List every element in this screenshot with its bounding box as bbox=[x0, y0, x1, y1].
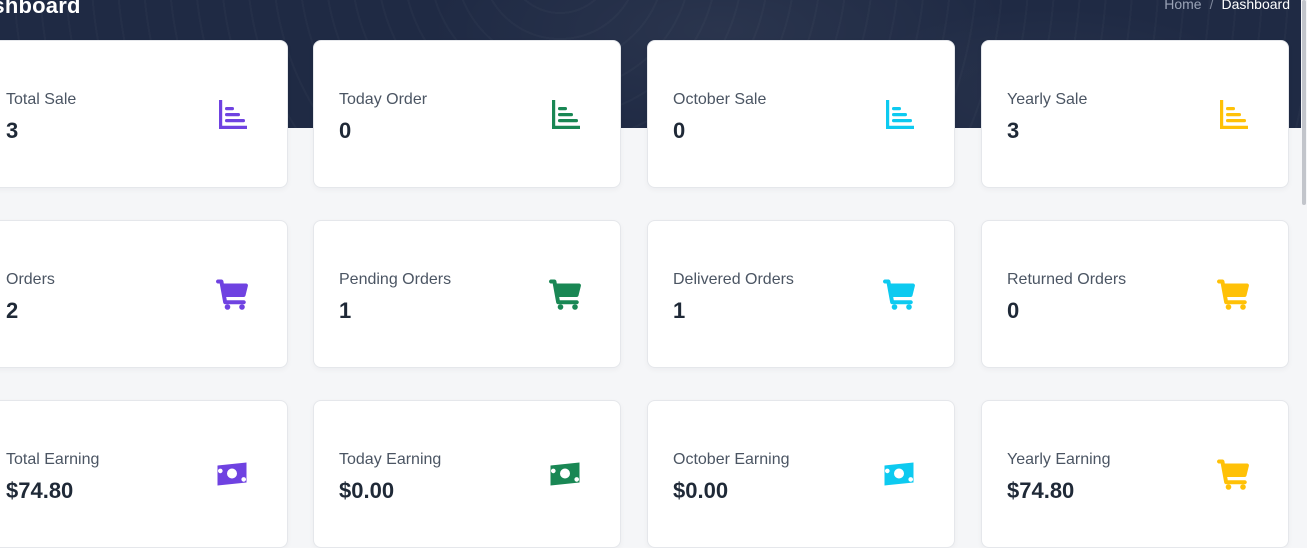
cart-icon bbox=[1216, 277, 1250, 311]
stat-value: 3 bbox=[6, 118, 19, 143]
stat-label: October Sale bbox=[673, 91, 767, 108]
money-bill-icon bbox=[548, 457, 582, 491]
bar-chart-icon bbox=[215, 97, 249, 131]
stat-card-returned-orders[interactable]: Returned Orders 0 bbox=[981, 220, 1289, 368]
stat-label: Pending Orders bbox=[339, 271, 452, 288]
stat-value: $0.00 bbox=[673, 478, 729, 503]
stat-label: Today Order bbox=[339, 91, 428, 108]
scrollbar-thumb[interactable] bbox=[1302, 0, 1306, 205]
stat-label: October Earning bbox=[673, 451, 790, 468]
stat-value: 0 bbox=[673, 118, 686, 143]
stat-card-yearly-sale[interactable]: Yearly Sale 3 bbox=[981, 40, 1289, 188]
breadcrumb-home-link[interactable]: Home bbox=[1164, 0, 1201, 12]
money-bill-icon bbox=[215, 457, 249, 491]
cart-icon bbox=[882, 277, 916, 311]
bar-chart-icon bbox=[1216, 97, 1250, 131]
stat-label: Delivered Orders bbox=[673, 271, 794, 288]
stat-value: 3 bbox=[1007, 118, 1020, 143]
stat-label: Total Earning bbox=[6, 451, 100, 468]
stat-card-total-earning[interactable]: Total Earning $74.80 bbox=[0, 400, 288, 548]
money-bill-icon bbox=[882, 457, 916, 491]
page-scrollbar[interactable] bbox=[1301, 0, 1307, 548]
stat-card-pending-orders[interactable]: Pending Orders 1 bbox=[313, 220, 621, 368]
stat-card-total-sale[interactable]: Total Sale 3 bbox=[0, 40, 288, 188]
cart-icon bbox=[548, 277, 582, 311]
stat-label: Total Sale bbox=[6, 91, 77, 108]
breadcrumb-current: Dashboard bbox=[1221, 0, 1291, 12]
stat-card-today-order[interactable]: Today Order 0 bbox=[313, 40, 621, 188]
stat-label: Orders bbox=[6, 271, 55, 288]
bar-chart-icon bbox=[882, 97, 916, 131]
stat-card-yearly-earning[interactable]: Yearly Earning $74.80 bbox=[981, 400, 1289, 548]
page-title: ashboard bbox=[0, 0, 81, 18]
breadcrumb: Home / Dashboard bbox=[1164, 0, 1290, 12]
stat-card-october-earning[interactable]: October Earning $0.00 bbox=[647, 400, 955, 548]
stat-card-delivered-orders[interactable]: Delivered Orders 1 bbox=[647, 220, 955, 368]
stat-card-october-sale[interactable]: October Sale 0 bbox=[647, 40, 955, 188]
stat-value: 1 bbox=[339, 298, 352, 323]
stat-card-today-earning[interactable]: Today Earning $0.00 bbox=[313, 400, 621, 548]
stat-label: Today Earning bbox=[339, 451, 442, 468]
stat-label: Yearly Earning bbox=[1007, 451, 1111, 468]
cart-icon bbox=[215, 277, 249, 311]
stat-value: 1 bbox=[673, 298, 686, 323]
stat-value: $74.80 bbox=[1007, 478, 1075, 503]
stat-card-orders[interactable]: Orders 2 bbox=[0, 220, 288, 368]
stat-label: Yearly Sale bbox=[1007, 91, 1088, 108]
stat-value: $0.00 bbox=[339, 478, 395, 503]
stat-value: 2 bbox=[6, 298, 19, 323]
stat-value: 0 bbox=[1007, 298, 1020, 323]
cart-icon bbox=[1216, 457, 1250, 491]
stat-value: 0 bbox=[339, 118, 352, 143]
stat-label: Returned Orders bbox=[1007, 271, 1127, 288]
stat-value: $74.80 bbox=[6, 478, 74, 503]
bar-chart-icon bbox=[548, 97, 582, 131]
breadcrumb-separator: / bbox=[1209, 0, 1214, 12]
